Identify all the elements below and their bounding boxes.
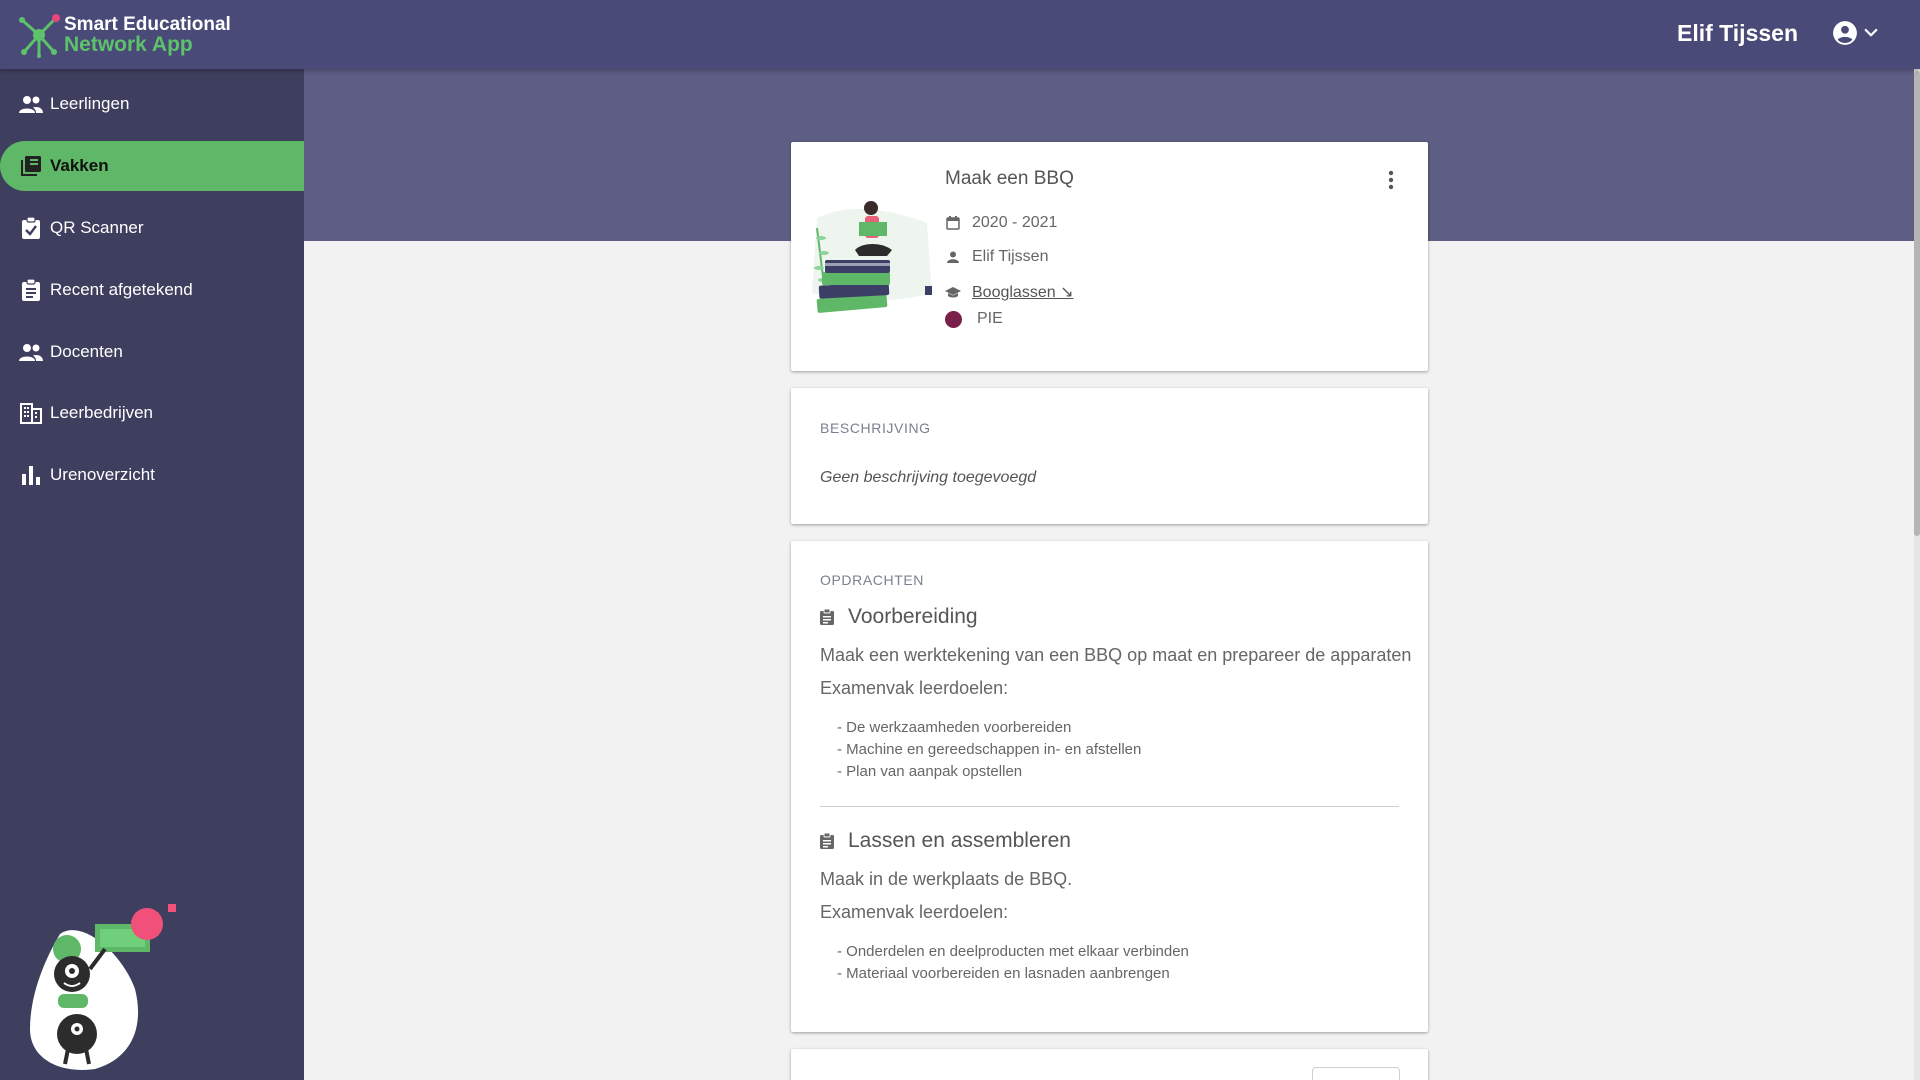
clipboard-text-icon xyxy=(19,278,43,302)
chevron-down-icon xyxy=(1864,28,1878,37)
app-name-line1: Smart Educational xyxy=(64,13,231,35)
subject-course-row: Booglassen ↘ xyxy=(945,282,1073,302)
account-circle-icon xyxy=(1833,21,1857,45)
sidebar-item-label: Vakken xyxy=(50,156,109,175)
list-item: - Materiaal voorbereiden en lasnaden aan… xyxy=(837,965,1170,982)
sidebar-item-docenten[interactable]: Docenten xyxy=(0,327,304,377)
list-item: - Plan van aanpak opstellen xyxy=(837,763,1023,780)
assignment-title[interactable]: Lassen en assembleren xyxy=(820,829,1071,853)
sidebar-item-label: Leerbedrijven xyxy=(50,403,154,422)
assignment-goals-label: Examenvak leerdoelen: xyxy=(820,678,1009,698)
more-vertical-icon xyxy=(1388,170,1394,190)
list-item: - Machine en gereedschappen in- en afste… xyxy=(837,741,1142,758)
user-menu-button[interactable] xyxy=(1832,20,1880,46)
main-scrollbar[interactable] xyxy=(1914,69,1920,1080)
graduation-cap-icon xyxy=(945,284,961,300)
subject-year-row: 2020 - 2021 xyxy=(945,214,1057,232)
tag-color-dot xyxy=(945,310,962,328)
assignments-card: OPDRACHTEN Voorbereiding Maak een werkte… xyxy=(791,541,1428,1032)
network-logo-icon xyxy=(19,13,60,58)
building-icon xyxy=(19,401,43,425)
people-icon xyxy=(19,340,43,364)
assignment-clipboard-icon xyxy=(820,832,836,850)
list-item: - Onderdelen en deelproducten met elkaar… xyxy=(837,943,1189,960)
bar-chart-icon xyxy=(19,463,43,487)
app-name-line2: Network App xyxy=(64,32,193,56)
app-name: Smart Educational Network App xyxy=(64,13,231,56)
assignment-text: Maak een werktekening van een BBQ op maa… xyxy=(820,645,1412,665)
sidebar-item-label: QR Scanner xyxy=(50,218,144,237)
sidebar-item-leerlingen[interactable]: Leerlingen xyxy=(0,79,304,129)
sidebar-item-vakken[interactable]: Vakken xyxy=(0,141,304,191)
description-text: Geen beschrijving toegevoegd xyxy=(820,469,1037,486)
subject-title: Maak een BBQ xyxy=(945,168,1074,189)
next-card xyxy=(791,1049,1428,1080)
assignment-divider xyxy=(820,806,1399,807)
description-label: BESCHRIJVING xyxy=(820,420,931,436)
scrollbar-thumb[interactable] xyxy=(1914,71,1920,536)
assignment-title-text: Lassen en assembleren xyxy=(848,829,1071,852)
description-card: BESCHRIJVING Geen beschrijving toegevoeg… xyxy=(791,388,1428,524)
reading-books-illustration xyxy=(812,201,932,313)
sidebar-item-leerbedrijven[interactable]: Leerbedrijven xyxy=(0,388,304,438)
card-action-button[interactable] xyxy=(1312,1067,1400,1080)
person-icon xyxy=(945,249,961,265)
sidebar-item-recent-afgetekend[interactable]: Recent afgetekend xyxy=(0,265,304,315)
assignment-clipboard-icon xyxy=(820,608,836,626)
assignment-title-text: Voorbereiding xyxy=(848,605,978,628)
assignments-label: OPDRACHTEN xyxy=(820,572,925,588)
assignment-goals-label: Examenvak leerdoelen: xyxy=(820,902,1009,922)
sidebar-item-label: Urenoverzicht xyxy=(50,465,155,484)
sidebar-item-label: Leerlingen xyxy=(50,94,130,113)
assignment-text: Maak in de werkplaats de BBQ. xyxy=(820,869,1073,889)
top-app-bar: Smart Educational Network App Elif Tijss… xyxy=(0,0,1920,69)
people-icon xyxy=(19,92,43,116)
subject-teacher: Elif Tijssen xyxy=(972,248,1049,265)
subject-course-link[interactable]: Booglassen ↘ xyxy=(972,282,1073,302)
list-item: - De werkzaamheden voorbereiden xyxy=(837,719,1072,736)
sidebar: Leerlingen Vakken QR Scanner Recent afge… xyxy=(0,69,304,1080)
sidebar-item-label: Docenten xyxy=(50,342,123,361)
sidebar-item-qr-scanner[interactable]: QR Scanner xyxy=(0,203,304,253)
assignment-goals-list: - Onderdelen en deelproducten met elkaar… xyxy=(837,941,1189,985)
more-options-button[interactable] xyxy=(1388,170,1394,195)
subject-tag-row: PIE xyxy=(945,310,1003,328)
subject-teacher-row: Elif Tijssen xyxy=(945,248,1048,266)
library-books-icon xyxy=(19,154,43,178)
mascot-illustration xyxy=(30,904,176,1070)
assignment-title[interactable]: Voorbereiding xyxy=(820,605,978,629)
clipboard-check-icon xyxy=(19,216,43,240)
sidebar-item-urenoverzicht[interactable]: Urenoverzicht xyxy=(0,450,304,500)
subject-year: 2020 - 2021 xyxy=(972,214,1058,231)
calendar-icon xyxy=(945,215,961,231)
user-name: Elif Tijssen xyxy=(1676,20,1798,46)
sidebar-item-label: Recent afgetekend xyxy=(50,280,193,299)
app-logo[interactable]: Smart Educational Network App xyxy=(16,12,231,58)
subject-tag: PIE xyxy=(977,310,1003,327)
subject-card: Maak een BBQ 2020 - 2021 Elif Tijssen Bo… xyxy=(791,142,1428,371)
assignment-goals-list: - De werkzaamheden voorbereiden - Machin… xyxy=(837,717,1141,783)
